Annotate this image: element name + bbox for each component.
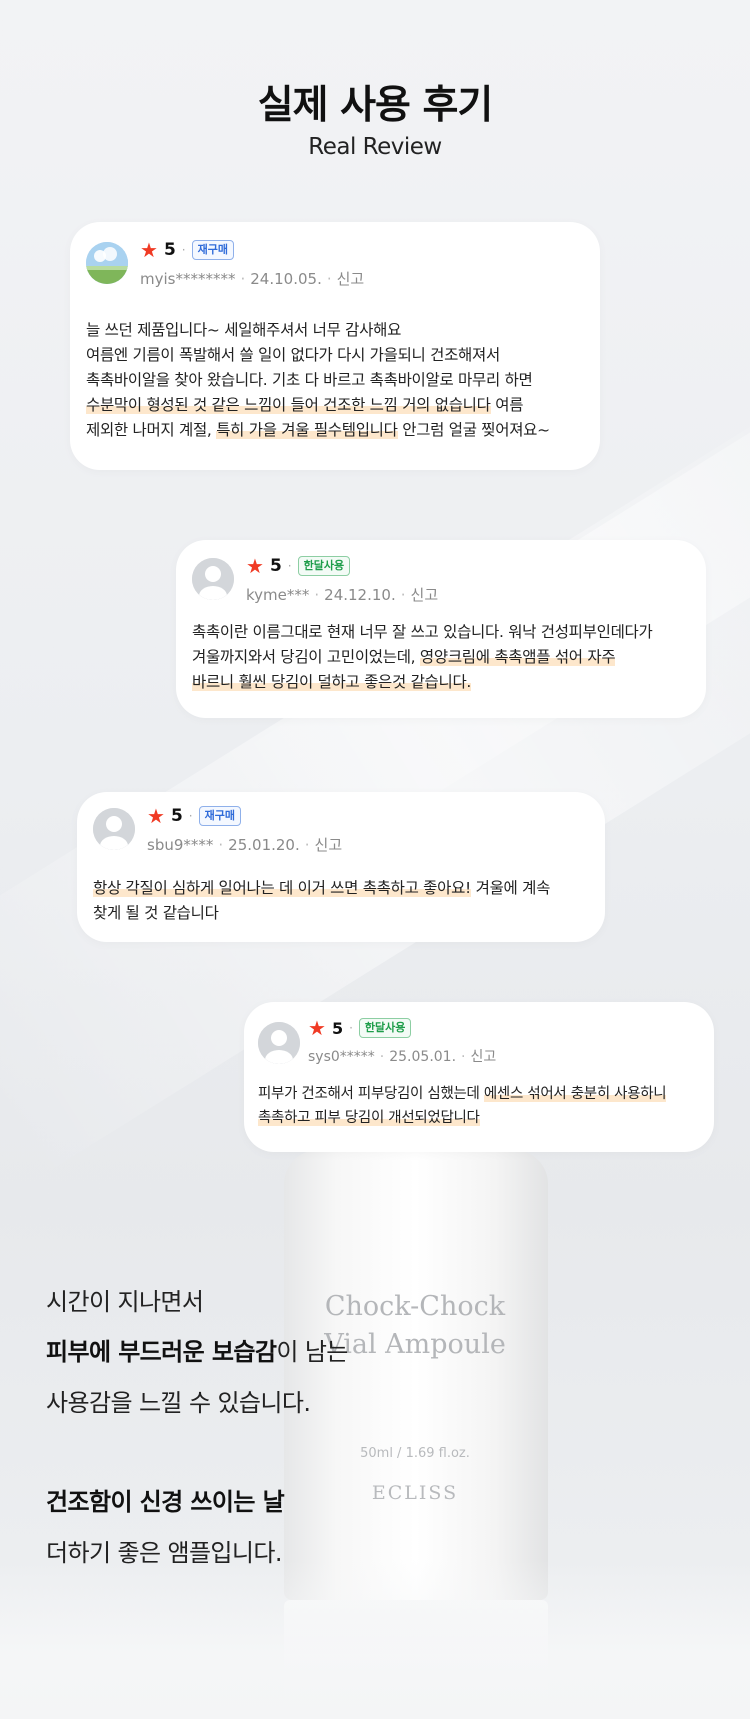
month-use-badge: 한달사용 [297, 556, 351, 576]
rating-value: 5 [331, 1018, 344, 1038]
report-link[interactable]: 신고 [411, 586, 439, 604]
user-placeholder-icon [93, 808, 135, 850]
report-link[interactable]: 신고 [315, 836, 343, 854]
reviewer-id: sys0***** [308, 1049, 375, 1065]
review-line: 제외한 나머지 계절, 특히 가을 겨울 필수템입니다 안그럼 얼굴 찢어져요~ [86, 421, 550, 439]
review-date: 25.05.01. [389, 1049, 457, 1065]
user-placeholder-icon [192, 558, 234, 600]
bottle-brand: ECLISS [371, 1482, 459, 1504]
month-use-badge: 한달사용 [358, 1018, 412, 1038]
repurchase-badge: 재구매 [191, 240, 234, 260]
separator-dot: · [349, 1021, 353, 1035]
review-line: 촉촉하고 피부 당김이 개선되었답니다 [258, 1106, 708, 1130]
copy-emphasis: 피부에 부드러운 보습감 [46, 1338, 277, 1366]
review-rating-row: ★ 5 · 한달사용 [246, 554, 351, 578]
rating-value: 5 [269, 556, 282, 576]
reviewer-id: kyme*** [246, 586, 310, 604]
highlighted-text: 바르니 훨씬 당김이 덜하고 좋은것 같습니다. [192, 673, 472, 691]
highlighted-text: 수분막이 형성된 것 같은 느낌이 들어 건조한 느낌 거의 없습니다 [86, 396, 491, 414]
bottle-name-line1: Chock-Chock [324, 1291, 506, 1322]
avatar [93, 808, 135, 850]
product-bottle [284, 1150, 548, 1600]
review-body: 항상 각질이 심하게 일어나는 데 이거 쓰면 촉촉하고 좋아요! 겨울에 계속… [93, 876, 598, 926]
highlighted-text: 촉촉하고 피부 당김이 개선되었답니다 [258, 1110, 480, 1126]
highlighted-text: 특히 가을 겨울 필수템입니다 [216, 421, 398, 439]
review-date: 25.01.20. [228, 836, 300, 854]
review-line: 촉촉이란 이름그대로 현재 너무 잘 쓰고 있습니다. 워낙 건성피부인데다가 [192, 623, 653, 641]
copy-emphasis: 건조함이 신경 쓰이는 날 [46, 1488, 285, 1516]
avatar [258, 1022, 300, 1064]
copy-line: 시간이 지나면서 [46, 1288, 204, 1316]
separator-dot: · [287, 559, 292, 573]
avatar [192, 558, 234, 600]
review-rating-row: ★ 5 · 재구매 [140, 240, 234, 260]
copy-line: 건조함이 신경 쓰이는 날 [46, 1482, 285, 1517]
review-line: 여름엔 기름이 폭발해서 쓸 일이 없다가 다시 가을되니 건조해져서 [86, 346, 500, 364]
copy-line: 피부에 부드러운 보습감이 남는 [46, 1338, 348, 1366]
avatar [86, 242, 128, 284]
star-icon: ★ [147, 804, 165, 828]
rating-value: 5 [170, 806, 183, 826]
star-icon: ★ [246, 554, 264, 578]
report-link[interactable]: 신고 [337, 270, 365, 288]
repurchase-badge: 재구매 [198, 806, 241, 826]
review-card: ★ 5 · 재구매 sbu9**** · 25.01.20. · 신고 항상 각질이 심… [77, 792, 605, 942]
review-rating-row: ★ 5 · 재구매 [147, 806, 241, 826]
review-line: 바르니 훨씬 당김이 덜하고 좋은것 같습니다. [192, 670, 702, 695]
review-card: ★ 5 · 재구매 myis******** · 24.10.05. · 신고 늘 쓰던… [70, 222, 600, 470]
user-placeholder-icon [258, 1022, 300, 1064]
report-link[interactable]: 신고 [470, 1049, 496, 1065]
review-card: ★ 5 · 한달사용 sys0***** · 25.05.01. · 신고 피부가 건조… [244, 1002, 714, 1152]
review-rating-row: ★ 5 · 한달사용 [308, 1016, 412, 1040]
rating-value: 5 [163, 240, 176, 260]
review-line: 피부가 건조해서 피부당김이 심했는데 에센스 섞어서 충분히 사용하니 [258, 1086, 667, 1102]
review-line: 늘 쓰던 제품입니다~ 세일해주셔서 너무 감사해요 [86, 321, 402, 339]
review-body: 늘 쓰던 제품입니다~ 세일해주셔서 너무 감사해요 여름엔 기름이 폭발해서 … [86, 318, 596, 443]
copy-line: 사용감을 느낄 수 있습니다. [46, 1389, 311, 1417]
review-body: 촉촉이란 이름그대로 현재 너무 잘 쓰고 있습니다. 워낙 건성피부인데다가 … [192, 620, 702, 695]
floor-fade [0, 1560, 750, 1719]
review-date: 24.10.05. [250, 270, 322, 288]
landscape-avatar-icon [86, 242, 128, 284]
review-line: 촉촉바이알을 찾아 왔습니다. 기초 다 바르고 촉촉바이알로 마무리 하면 [86, 371, 533, 389]
review-meta: sys0***** · 25.05.01. · 신고 [308, 1049, 497, 1065]
page-subtitle: Real Review [308, 134, 442, 160]
review-line: 수분막이 형성된 것 같은 느낌이 들어 건조한 느낌 거의 없습니다 여름 [86, 396, 524, 414]
copy-line: 더하기 좋은 앰플입니다. [46, 1539, 282, 1567]
review-line: 찾게 될 것 같습니다 [93, 904, 219, 922]
star-icon: ★ [140, 238, 158, 262]
highlighted-text: 항상 각질이 심하게 일어나는 데 이거 쓰면 촉촉하고 좋아요! [93, 879, 471, 897]
review-card: ★ 5 · 한달사용 kyme*** · 24.12.10. · 신고 촉촉이란 이름그… [176, 540, 706, 718]
review-body: 피부가 건조해서 피부당김이 심했는데 에센스 섞어서 충분히 사용하니 촉촉하… [258, 1082, 708, 1130]
review-line: 항상 각질이 심하게 일어나는 데 이거 쓰면 촉촉하고 좋아요! 겨울에 계속 [93, 879, 551, 897]
page-title: 실제 사용 후기 [257, 83, 493, 128]
separator-dot: · [188, 809, 193, 823]
review-meta: sbu9**** · 25.01.20. · 신고 [147, 836, 343, 854]
highlighted-text: 에센스 섞어서 충분히 사용하니 [483, 1086, 667, 1102]
reviewer-id: sbu9**** [147, 836, 214, 854]
review-line: 겨울까지와서 당김이 고민이었는데, 영양크림에 촉촉앰플 섞어 자주 [192, 648, 616, 666]
highlighted-text: 영양크림에 촉촉앰플 섞어 자주 [419, 648, 616, 666]
reviewer-id: myis******** [140, 270, 236, 288]
review-date: 24.12.10. [324, 586, 396, 604]
separator-dot: · [181, 243, 186, 257]
review-meta: myis******** · 24.10.05. · 신고 [140, 270, 365, 288]
review-meta: kyme*** · 24.12.10. · 신고 [246, 586, 439, 604]
bottle-volume: 50ml / 1.69 fl.oz. [360, 1446, 470, 1461]
star-icon: ★ [308, 1016, 326, 1040]
